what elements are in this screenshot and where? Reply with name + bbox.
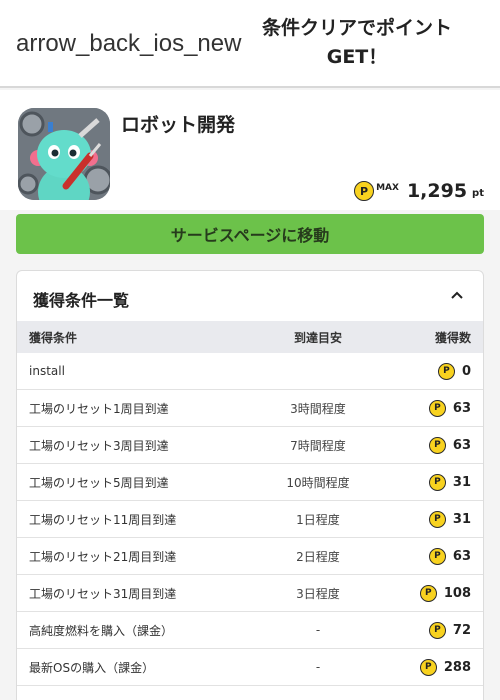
row-points-value: 63 xyxy=(452,548,471,564)
conditions-header[interactable]: 獲得条件一覧 xyxy=(17,271,483,321)
row-estimate: 7時間程度 xyxy=(290,438,346,453)
table-row: 最新OSの購入（課金） - P 288 xyxy=(17,649,483,686)
max-label: MAX xyxy=(376,183,399,193)
column-header-condition: 獲得条件 xyxy=(29,330,78,345)
app-info: ロボット開発 P MAX 1,295 pt xyxy=(0,90,500,210)
point-coin-icon: P xyxy=(419,584,437,602)
page-title-line2: GET！ xyxy=(326,46,388,68)
page-title-line1: 条件クリアでポイント xyxy=(261,17,452,39)
row-points: P 288 xyxy=(383,658,483,676)
points-value: 1,295 xyxy=(406,180,468,202)
conditions-card: 獲得条件一覧 獲得条件 到達目安 獲得数 install P 0 工場のリセット1周目… xyxy=(16,270,484,700)
point-coin-icon: P xyxy=(428,436,446,454)
row-points: P 63 xyxy=(383,547,483,565)
table-row: 工場のリセット5周目到達 10時間程度 P 31 xyxy=(17,464,483,501)
row-condition: 工場のリセット11周目到達 xyxy=(29,512,177,527)
conditions-title: 獲得条件一覧 xyxy=(33,291,130,310)
row-condition: 工場のリセット21周目到達 xyxy=(29,549,177,564)
table-row: 高純度燃料を購入（課金） - P 72 xyxy=(17,612,483,649)
max-points: P MAX 1,295 pt xyxy=(354,180,484,202)
table-row: 工場のリセット11周目到達 1日程度 P 31 xyxy=(17,501,483,538)
app-name: ロボット開発 xyxy=(121,114,236,136)
row-points: P 63 xyxy=(383,399,483,417)
point-coin-icon: P xyxy=(428,399,446,417)
table-row: 工場のリセット3周目到達 7時間程度 P 63 xyxy=(17,427,483,464)
header: arrow_back_ios_new 条件クリアでポイント GET！ xyxy=(0,0,500,88)
point-coin-icon: P xyxy=(428,473,446,491)
row-estimate: 3時間程度 xyxy=(290,401,346,416)
point-coin-icon: P xyxy=(437,362,455,380)
row-points-value: 108 xyxy=(443,585,471,601)
row-points: P 72 xyxy=(383,621,483,639)
row-estimate: 10時間程度 xyxy=(286,475,350,490)
point-coin-icon: P xyxy=(354,181,375,201)
row-estimate: 3日程度 xyxy=(296,586,340,601)
page-title: 条件クリアでポイント GET！ xyxy=(252,14,462,72)
row-points-value: 0 xyxy=(461,363,471,379)
row-condition: 高純度燃料を購入（課金） xyxy=(29,623,174,638)
table-row: install P 0 xyxy=(17,353,483,390)
row-condition: install xyxy=(29,364,65,378)
back-button[interactable]: arrow_back_ios_new xyxy=(16,30,241,58)
row-points-value: 288 xyxy=(443,659,471,675)
row-condition: 工場のリセット5周目到達 xyxy=(29,475,169,490)
row-points-value: 31 xyxy=(452,474,471,490)
row-points: P 108 xyxy=(383,584,483,602)
row-points-value: 72 xyxy=(452,622,471,638)
row-points: P 31 xyxy=(383,510,483,528)
row-condition: 最新OSの購入（課金） xyxy=(29,660,155,675)
table-header: 獲得条件 到達目安 獲得数 xyxy=(17,321,483,353)
column-header-estimate: 到達目安 xyxy=(293,330,342,345)
point-coin-icon: P xyxy=(428,510,446,528)
table-row: 工場のリセット1周目到達 3時間程度 P 63 xyxy=(17,390,483,427)
chevron-up-icon[interactable] xyxy=(449,287,465,303)
column-header-points: 獲得数 xyxy=(434,330,471,345)
row-points: P 31 xyxy=(383,473,483,491)
row-condition: 工場のリセット3周目到達 xyxy=(29,438,169,453)
row-points: P0 xyxy=(383,362,483,380)
row-points-value: 31 xyxy=(452,511,471,527)
app-icon xyxy=(18,108,110,200)
point-coin-icon: P xyxy=(428,547,446,565)
row-condition: 工場のリセット31周目到達 xyxy=(29,586,177,601)
point-coin-icon: P xyxy=(428,621,446,639)
table-body: install P 0 工場のリセット1周目到達 3時間程度 P 63 工場のリセット3周目到… xyxy=(17,353,483,686)
row-estimate: 1日程度 xyxy=(296,512,340,527)
row-points: P 63 xyxy=(383,436,483,454)
service-page-button[interactable]: サービスページに移動 xyxy=(16,214,484,254)
row-condition: 工場のリセット1周目到達 xyxy=(29,401,169,416)
row-points-value: 63 xyxy=(452,400,471,416)
row-estimate: - xyxy=(315,623,321,637)
table-row: 工場のリセット21周目到達 2日程度 P 63 xyxy=(17,538,483,575)
table-row: 工場のリセット31周目到達 3日程度 P 108 xyxy=(17,575,483,612)
row-points-value: 63 xyxy=(452,437,471,453)
row-estimate: - xyxy=(315,660,321,674)
points-unit: pt xyxy=(472,187,484,199)
point-coin-icon: P xyxy=(419,658,437,676)
row-estimate: 2日程度 xyxy=(296,549,340,564)
